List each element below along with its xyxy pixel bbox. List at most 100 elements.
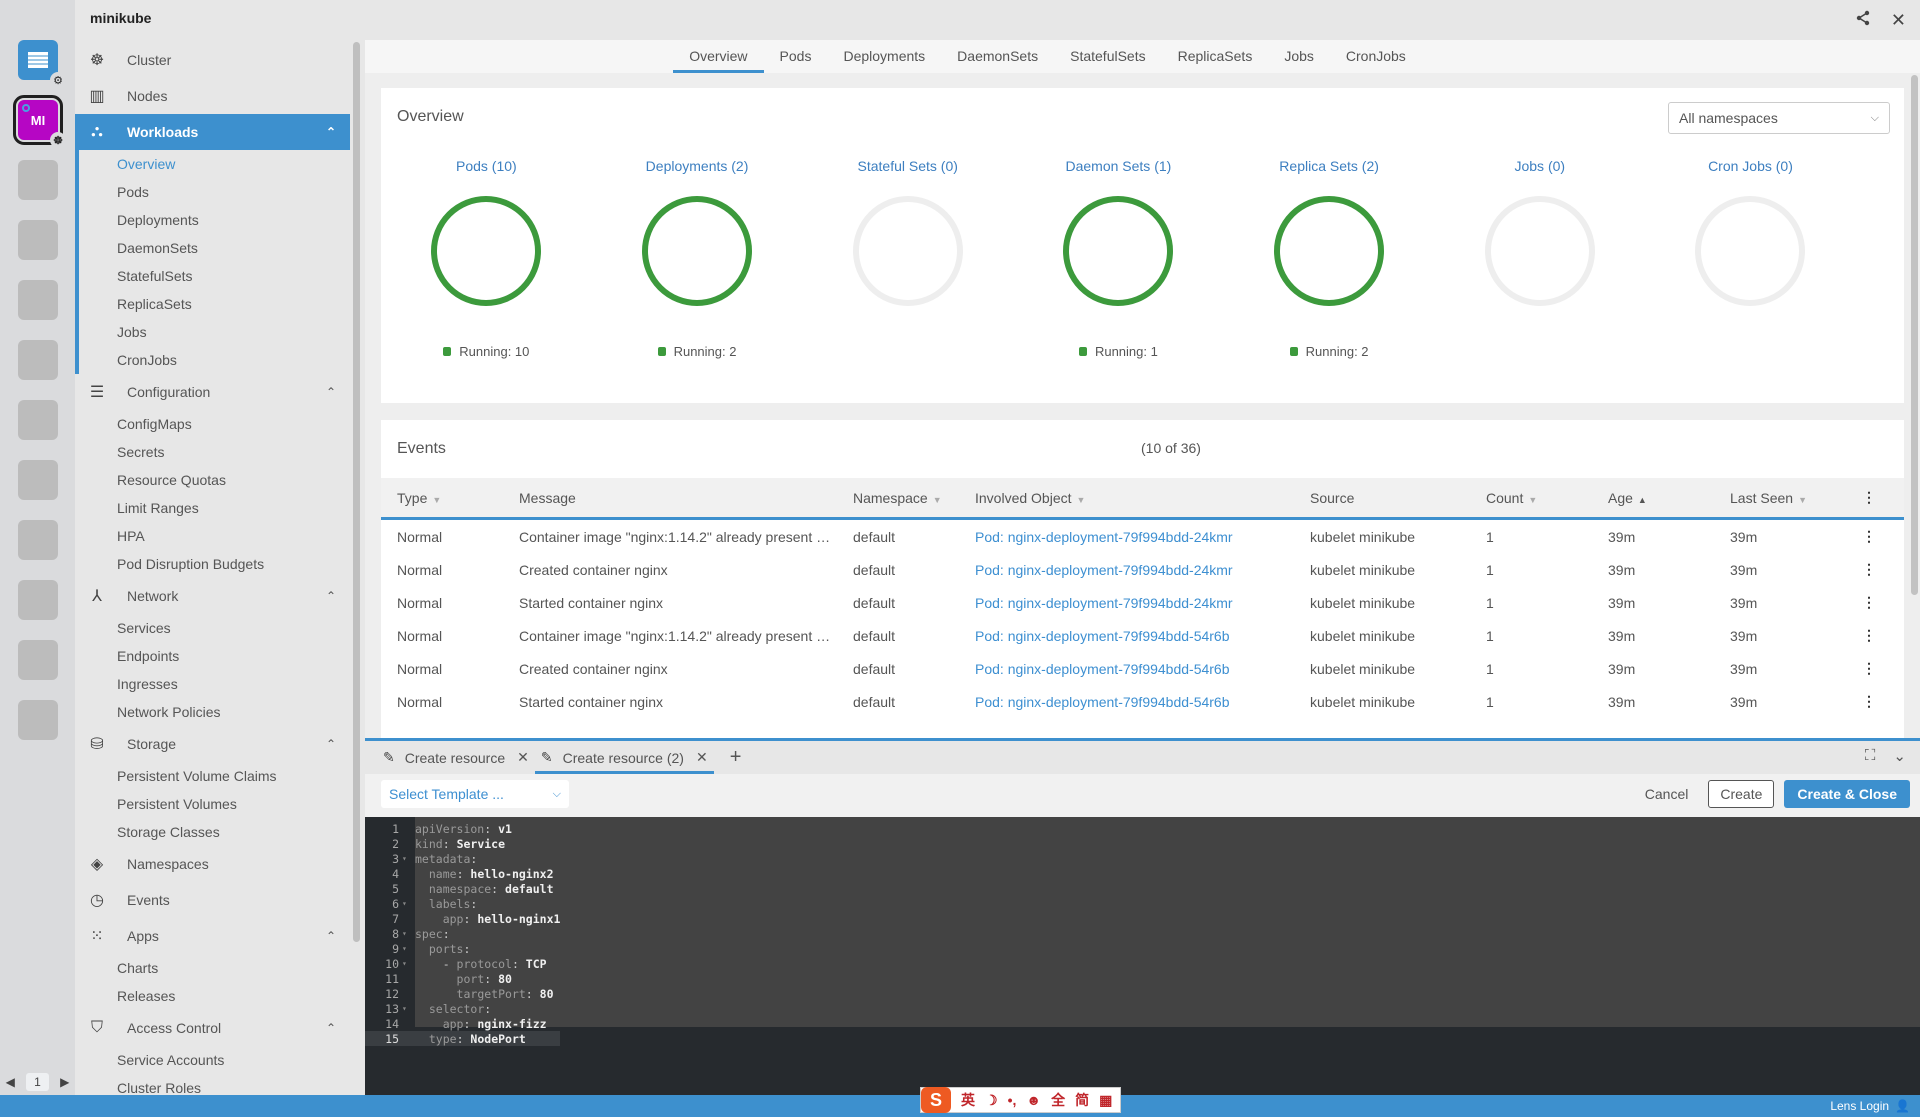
tab-statefulsets[interactable]: StatefulSets (1054, 40, 1162, 73)
table-row[interactable]: Normal Created container nginx default Pod:… (381, 652, 1904, 685)
sidebar-item-network[interactable]: ⅄ Network ⌃ (75, 578, 350, 614)
chevron-up-icon[interactable]: ⌃ (326, 1021, 336, 1035)
column-header-namespace[interactable]: Namespace ▼ (837, 490, 959, 506)
column-header-count[interactable]: Count ▼ (1470, 490, 1592, 506)
chart-title-link[interactable]: Stateful Sets (0) (858, 158, 958, 178)
hotbar-empty-slot[interactable] (18, 160, 58, 200)
create-button[interactable]: Create (1708, 780, 1775, 808)
sidebar-subitem-services[interactable]: Services (117, 614, 350, 642)
cell-object[interactable]: Pod: nginx-deployment-79f994bdd-24kmr (959, 595, 1294, 611)
sidebar-subitem-pods[interactable]: Pods (117, 178, 350, 206)
sidebar-item-nodes[interactable]: ▥ Nodes (75, 78, 350, 114)
sidebar-item-events[interactable]: ◷ Events (75, 882, 350, 918)
sidebar-subitem-releases[interactable]: Releases (117, 982, 350, 1010)
tab-overview[interactable]: Overview (673, 40, 764, 73)
table-row[interactable]: Normal Container image "nginx:1.14.2" alr… (381, 619, 1904, 652)
cancel-button[interactable]: Cancel (1635, 786, 1699, 802)
sidebar-subitem-hpa[interactable]: HPA (117, 522, 350, 550)
ime-button[interactable]: 简 (1075, 1090, 1089, 1110)
fold-arrow-icon[interactable]: ▾ (399, 854, 415, 863)
chevron-up-icon[interactable]: ⌃ (326, 737, 336, 751)
column-header-type[interactable]: Type ▼ (381, 490, 503, 506)
sidebar-item-storage[interactable]: ⛁ Storage ⌃ (75, 726, 350, 762)
chevron-up-icon[interactable]: ⌃ (326, 929, 336, 943)
fullscreen-icon[interactable]: ⛶ (1865, 747, 1876, 765)
yaml-editor[interactable]: 1 apiVersion: v1 2 kind: Service 3 ▾ metadata:… (365, 817, 1920, 1095)
fold-arrow-icon[interactable]: ▾ (399, 959, 415, 968)
next-page-icon[interactable]: ▶ (60, 1075, 69, 1089)
table-row[interactable]: Normal Started container nginx default Pod:… (381, 586, 1904, 619)
row-menu-icon[interactable]: ⋮ (1854, 627, 1884, 644)
dock-tab-create-resource-2[interactable]: ✎ Create resource (2) ✕ (534, 741, 714, 774)
add-tab-icon[interactable]: + (730, 746, 742, 769)
table-row[interactable]: Normal Container image "nginx:1.14.2" alr… (381, 520, 1904, 553)
sidebar-item-namespaces[interactable]: ◈ Namespaces (75, 846, 350, 882)
chart-title-link[interactable]: Daemon Sets (1) (1065, 158, 1171, 178)
sidebar-subitem-network-policies[interactable]: Network Policies (117, 698, 350, 726)
sidebar-subitem-cronjobs[interactable]: CronJobs (117, 346, 350, 374)
sidebar-subitem-charts[interactable]: Charts (117, 954, 350, 982)
sidebar-subitem-persistent-volume-claims[interactable]: Persistent Volume Claims (117, 762, 350, 790)
sidebar-subitem-statefulsets[interactable]: StatefulSets (117, 262, 350, 290)
row-menu-icon[interactable]: ⋮ (1854, 561, 1884, 578)
tab-replicasets[interactable]: ReplicaSets (1162, 40, 1269, 73)
ime-button[interactable]: ☽ (985, 1092, 998, 1109)
chart-title-link[interactable]: Replica Sets (2) (1279, 158, 1379, 178)
sidebar-scrollbar[interactable] (353, 42, 360, 942)
lens-login-button[interactable]: Lens Login 👤 (1830, 1099, 1910, 1113)
chevron-down-icon[interactable]: ⌄ (1893, 747, 1906, 765)
sidebar-subitem-endpoints[interactable]: Endpoints (117, 642, 350, 670)
fold-arrow-icon[interactable]: ▾ (399, 1004, 415, 1013)
column-header-age[interactable]: Age ▲ (1592, 490, 1714, 506)
chart-title-link[interactable]: Deployments (2) (646, 158, 749, 178)
chart-title-link[interactable]: Cron Jobs (0) (1708, 158, 1793, 178)
sidebar-item-cluster[interactable]: ☸ Cluster (75, 42, 350, 78)
sidebar-subitem-storage-classes[interactable]: Storage Classes (117, 818, 350, 846)
column-header-message[interactable]: Message (503, 490, 837, 506)
row-menu-icon[interactable]: ⋮ (1854, 693, 1884, 710)
sidebar-item-apps[interactable]: ⁙ Apps ⌃ (75, 918, 350, 954)
close-icon[interactable]: ✕ (1891, 10, 1906, 31)
hotbar-empty-slot[interactable] (18, 280, 58, 320)
tab-deployments[interactable]: Deployments (827, 40, 941, 73)
sidebar-subitem-persistent-volumes[interactable]: Persistent Volumes (117, 790, 350, 818)
catalog-button[interactable]: ⚙ (18, 40, 66, 88)
tab-jobs[interactable]: Jobs (1268, 40, 1330, 73)
template-select[interactable]: Select Template ... ⌵ (381, 780, 569, 808)
hotbar-empty-slot[interactable] (18, 340, 58, 380)
create-and-close-button[interactable]: Create & Close (1784, 780, 1910, 808)
sidebar-subitem-overview[interactable]: Overview (117, 150, 350, 178)
fold-arrow-icon[interactable]: ▾ (399, 929, 415, 938)
chevron-up-icon[interactable]: ⌃ (326, 385, 336, 399)
table-row[interactable]: Normal Created container nginx default Pod:… (381, 553, 1904, 586)
sidebar-item-access-control[interactable]: ⛉ Access Control ⌃ (75, 1010, 350, 1046)
hotbar-empty-slot[interactable] (18, 640, 58, 680)
namespace-select[interactable]: All namespaces ⌵ (1668, 102, 1890, 134)
tab-cronjobs[interactable]: CronJobs (1330, 40, 1422, 73)
cell-object[interactable]: Pod: nginx-deployment-79f994bdd-24kmr (959, 529, 1294, 545)
column-header-source[interactable]: Source (1294, 490, 1470, 506)
close-tab-icon[interactable]: ✕ (696, 749, 708, 766)
cell-object[interactable]: Pod: nginx-deployment-79f994bdd-24kmr (959, 562, 1294, 578)
columns-menu-icon[interactable]: ⋮ (1854, 489, 1884, 506)
sidebar-subitem-pod-disruption-budgets[interactable]: Pod Disruption Budgets (117, 550, 350, 578)
sidebar-subitem-jobs[interactable]: Jobs (117, 318, 350, 346)
chevron-up-icon[interactable]: ⌃ (326, 125, 336, 139)
row-menu-icon[interactable]: ⋮ (1854, 660, 1884, 677)
fold-arrow-icon[interactable]: ▾ (399, 944, 415, 953)
hotbar-empty-slot[interactable] (18, 460, 58, 500)
column-header-involved-object[interactable]: Involved Object ▼ (959, 490, 1294, 506)
row-menu-icon[interactable]: ⋮ (1854, 594, 1884, 611)
close-tab-icon[interactable]: ✕ (517, 749, 529, 766)
ime-button[interactable]: 英 (961, 1090, 975, 1110)
tab-daemonsets[interactable]: DaemonSets (941, 40, 1054, 73)
sidebar-subitem-configmaps[interactable]: ConfigMaps (117, 410, 350, 438)
ime-button[interactable]: ☻ (1026, 1092, 1041, 1108)
row-menu-icon[interactable]: ⋮ (1854, 528, 1884, 545)
sidebar-subitem-replicasets[interactable]: ReplicaSets (117, 290, 350, 318)
cell-object[interactable]: Pod: nginx-deployment-79f994bdd-54r6b (959, 661, 1294, 677)
sidebar-subitem-cluster-roles[interactable]: Cluster Roles (117, 1074, 350, 1095)
ime-button[interactable]: •, (1008, 1092, 1017, 1108)
sidebar-subitem-ingresses[interactable]: Ingresses (117, 670, 350, 698)
content-scrollbar[interactable] (1911, 75, 1918, 595)
